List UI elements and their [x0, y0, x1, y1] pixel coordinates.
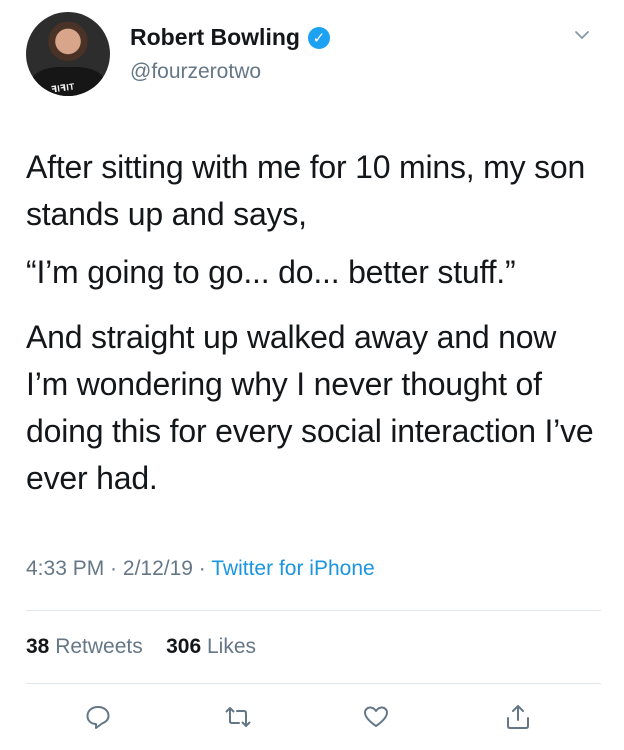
retweets-count: 38: [26, 635, 50, 658]
user-handle[interactable]: @fourzerotwo: [130, 60, 261, 84]
tweet-stats: 38 Retweets 306 Likes: [26, 635, 256, 659]
like-icon[interactable]: [362, 703, 390, 731]
tweet-paragraph: After sitting with me for 10 mins, my so…: [26, 149, 586, 232]
likes-count: 306: [166, 635, 202, 658]
retweets-label: Retweets: [55, 635, 143, 658]
chevron-down-icon[interactable]: [573, 26, 591, 44]
divider: [26, 683, 601, 684]
avatar[interactable]: ꟻIꟻIT: [26, 12, 110, 96]
retweet-icon[interactable]: [224, 703, 252, 731]
tweet-metadata: 4:33 PM · 2/12/19 · Twitter for iPhone: [26, 557, 375, 581]
share-icon[interactable]: [504, 703, 532, 731]
user-display-name[interactable]: Robert Bowling: [130, 24, 300, 51]
likes-label: Likes: [206, 635, 257, 658]
divider: [26, 610, 601, 611]
verified-badge-icon: ✓: [307, 26, 330, 49]
meta-separator: ·: [104, 557, 123, 580]
tweet-source-link[interactable]: Twitter for iPhone: [211, 557, 374, 580]
likes-stat[interactable]: 306 Likes: [166, 635, 256, 658]
tweet-text: After sitting with me for 10 mins, my so…: [26, 144, 601, 520]
meta-separator: ·: [192, 557, 212, 580]
tweet-time: 4:33 PM: [26, 557, 105, 580]
tweet-date: 2/12/19: [122, 557, 193, 580]
retweets-stat[interactable]: 38 Retweets: [26, 635, 143, 658]
tweet-paragraph: “I’m going to go... do... better stuff.”: [26, 254, 516, 290]
tweet-paragraph: And straight up walked away and now I’m …: [26, 319, 594, 496]
reply-icon[interactable]: [84, 703, 112, 731]
user-name-row[interactable]: Robert Bowling ✓: [130, 24, 330, 51]
